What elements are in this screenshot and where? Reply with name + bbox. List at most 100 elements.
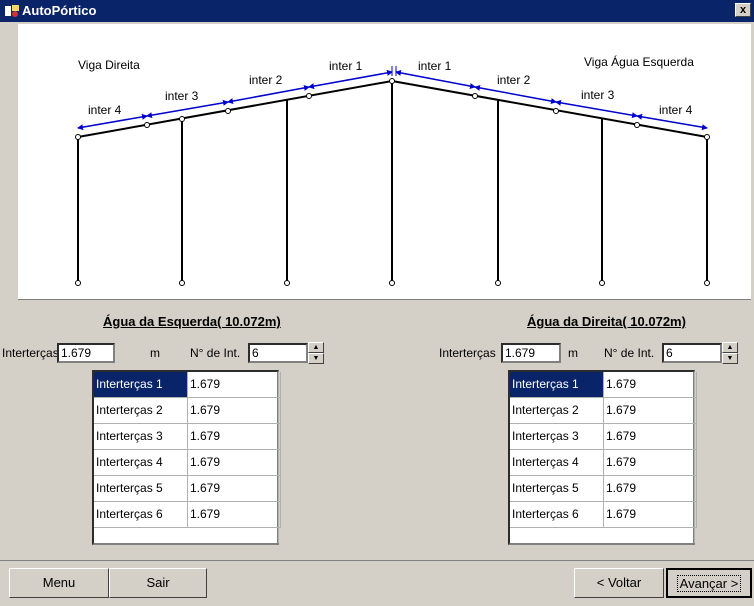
close-button[interactable]: x [735,3,751,17]
row-value[interactable]: 1.679 [188,398,281,424]
dimension-arrow [227,84,310,105]
base-node [284,280,290,286]
left-count-input[interactable]: 6 [248,343,308,363]
spin-up-icon[interactable]: ▲ [722,342,738,353]
span-label: inter 3 [165,89,199,103]
table-row[interactable]: Interterças 2 1.679 [510,398,697,424]
row-header[interactable]: Interterças 2 [94,398,188,424]
row-header[interactable]: Interterças 5 [94,476,188,502]
dimension-arrow [555,99,638,119]
span-label: inter 3 [581,88,615,102]
base-node [704,280,710,286]
row-header[interactable]: Interterças 3 [94,424,188,450]
span-label: inter 1 [329,59,363,73]
table-row[interactable]: Interterças 4 1.679 [510,450,697,476]
menu-button[interactable]: Menu [9,568,109,598]
dimension-arrow [146,99,229,119]
next-button[interactable]: Avançar > [666,568,752,598]
span-label: inter 2 [249,73,283,87]
row-header[interactable]: Interterças 4 [510,450,604,476]
dimension-arrow [308,69,393,90]
purlin-node [472,93,478,99]
table-row[interactable]: Interterças 3 1.679 [510,424,697,450]
row-value[interactable]: 1.679 [604,502,697,528]
table-row[interactable]: Interterças 5 1.679 [510,476,697,502]
row-value[interactable]: 1.679 [604,398,697,424]
span-label: inter 4 [659,103,693,117]
next-button-label: Avançar > [676,575,742,592]
row-value[interactable]: 1.679 [188,476,281,502]
left-slope-title: Água da Esquerda( 10.072m) [103,314,281,329]
spin-down-icon[interactable]: ▼ [308,353,324,364]
table-row[interactable]: Interterças 1 1.679 [94,372,281,398]
button-bar: Menu Sair < Voltar Avançar > [0,560,754,606]
left-interspacing-input[interactable]: 1.679 [57,343,115,363]
spin-up-icon[interactable]: ▲ [308,342,324,353]
base-node [179,280,185,286]
right-count-label: N° de Int. [604,346,655,360]
purlin-node [225,108,231,114]
row-header[interactable]: Interterças 1 [510,372,604,398]
row-header[interactable]: Interterças 5 [510,476,604,502]
left-interspacing-label: Interterças [2,346,59,360]
row-value[interactable]: 1.679 [604,450,697,476]
left-count-spinner[interactable]: ▲ ▼ [308,342,324,364]
app-icon [5,5,19,17]
purlin-node [704,134,710,140]
purlin-node [179,116,185,122]
left-rafter [77,80,393,138]
span-label: inter 4 [88,103,122,117]
right-count-input[interactable]: 6 [662,343,722,363]
span-label: inter 1 [418,59,452,73]
table-row[interactable]: Interterças 3 1.679 [94,424,281,450]
portal-frame-diagram: Viga Direita Viga Água Esquerda inter 4 … [18,24,751,300]
purlin-node [306,93,312,99]
back-button[interactable]: < Voltar [574,568,664,598]
right-slope-title: Água da Direita( 10.072m) [527,314,686,329]
base-node [599,280,605,286]
table-row[interactable]: Interterças 4 1.679 [94,450,281,476]
frame-svg: Viga Direita Viga Água Esquerda inter 4 … [75,54,710,286]
table-row[interactable]: Interterças 6 1.679 [510,502,697,528]
purlin-node [75,134,81,140]
purlin-node [634,122,640,128]
purlin-node [389,78,395,84]
left-count-label: N° de Int. [190,346,241,360]
right-beam-label: Viga Água Esquerda [584,54,694,69]
span-label: inter 2 [497,73,531,87]
left-unit-label: m [150,346,160,360]
title-bar: AutoPórtico x [0,0,754,22]
left-interspacing-grid[interactable]: Interterças 1 1.679 Interterças 2 1.679 … [92,370,281,545]
row-header[interactable]: Interterças 1 [94,372,188,398]
table-row[interactable]: Interterças 6 1.679 [94,502,281,528]
row-value[interactable]: 1.679 [604,424,697,450]
row-value[interactable]: 1.679 [604,372,697,398]
base-node [495,280,501,286]
row-header[interactable]: Interterças 6 [510,502,604,528]
table-row[interactable]: Interterças 5 1.679 [94,476,281,502]
row-value[interactable]: 1.679 [188,450,281,476]
right-interspacing-label: Interterças [439,346,496,360]
base-node [75,280,81,286]
row-value[interactable]: 1.679 [604,476,697,502]
row-value[interactable]: 1.679 [188,424,281,450]
right-interspacing-grid[interactable]: Interterças 1 1.679 Interterças 2 1.679 … [508,370,697,545]
row-header[interactable]: Interterças 3 [510,424,604,450]
dimension-arrow [474,84,557,105]
table-row[interactable]: Interterças 2 1.679 [94,398,281,424]
right-interspacing-input[interactable]: 1.679 [501,343,561,363]
right-unit-label: m [568,346,578,360]
right-count-spinner[interactable]: ▲ ▼ [722,342,738,364]
row-header[interactable]: Interterças 4 [94,450,188,476]
base-node [389,280,395,286]
window-title: AutoPórtico [22,3,97,18]
spin-down-icon[interactable]: ▼ [722,353,738,364]
row-value[interactable]: 1.679 [188,502,281,528]
row-value[interactable]: 1.679 [188,372,281,398]
purlin-node [144,122,150,128]
exit-button[interactable]: Sair [109,568,207,598]
table-row[interactable]: Interterças 1 1.679 [510,372,697,398]
left-beam-label: Viga Direita [78,58,140,72]
row-header[interactable]: Interterças 6 [94,502,188,528]
row-header[interactable]: Interterças 2 [510,398,604,424]
